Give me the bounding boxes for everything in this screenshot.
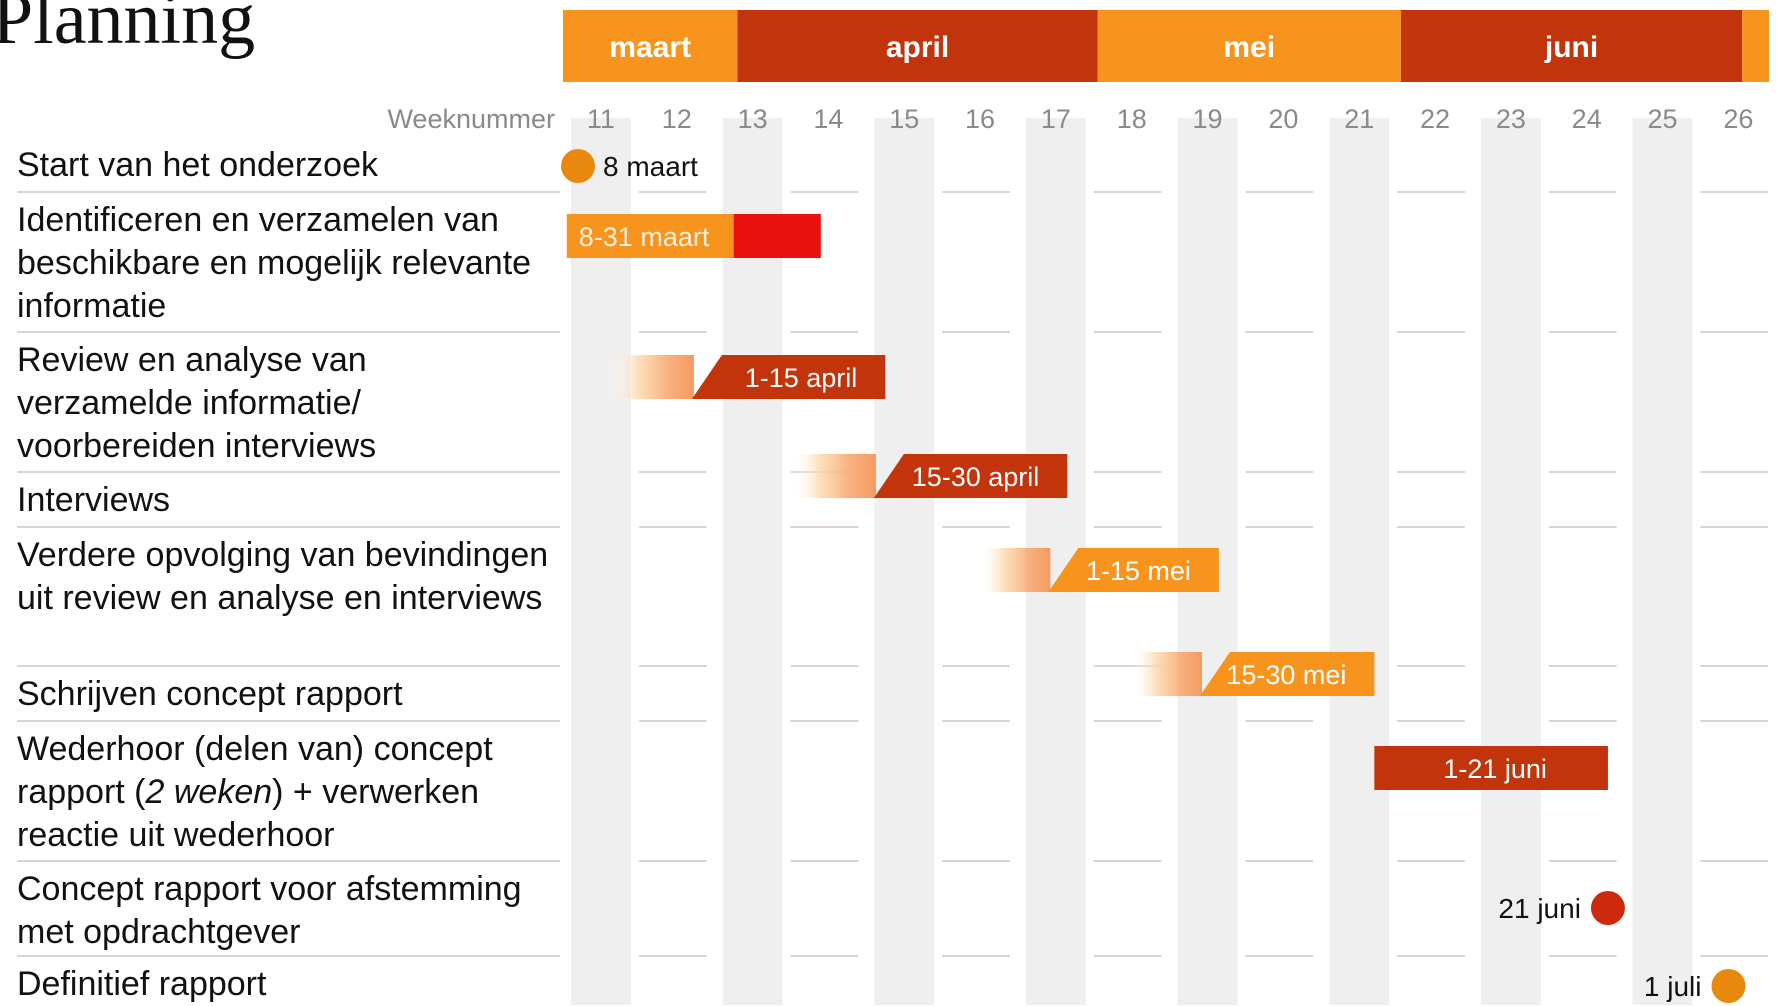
task-bar-label-2: 1-15 april	[745, 363, 858, 393]
week-tick-11: 11	[587, 104, 615, 134]
task-bar-1-part2	[733, 214, 821, 258]
week-tick-22: 22	[1420, 104, 1450, 134]
task-bar-label-1: 8-31 maart	[579, 222, 710, 252]
milestone-marker-0	[561, 149, 595, 183]
week-tick-14: 14	[813, 104, 843, 134]
month-header: maart april mei juni	[563, 10, 1770, 82]
week-tick-18: 18	[1117, 104, 1147, 134]
milestone-label-0: 8 maart	[603, 151, 698, 182]
month-label-mei: mei	[1223, 31, 1275, 64]
task-bar-5-fade	[1131, 652, 1202, 696]
week-tick-23: 23	[1496, 104, 1526, 134]
week-tick-12: 12	[662, 104, 692, 134]
week-tick-13: 13	[738, 104, 768, 134]
task-bar-label-5: 15-30 mei	[1226, 660, 1346, 690]
week-tick-17: 17	[1041, 104, 1071, 134]
task-bar-3-fade	[790, 454, 876, 498]
week-tick-20: 20	[1268, 104, 1298, 134]
month-label-maart: maart	[609, 31, 691, 64]
month-label-juni: juni	[1544, 31, 1598, 64]
milestone-marker-8	[1711, 969, 1746, 1003]
week-tick-24: 24	[1572, 104, 1602, 134]
week-column-15	[874, 118, 935, 1005]
week-column-21	[1329, 118, 1390, 1005]
milestone-label-7: 21 juni	[1498, 893, 1581, 924]
task-bar-label-4: 1-15 mei	[1086, 556, 1191, 586]
task-bar-label-3: 15-30 april	[912, 462, 1040, 492]
gantt-chart: maart april mei juni Weeknummer 11 12 13 14 15 16…	[17, 10, 1770, 1005]
week-axis: Weeknummer 11 12 13 14 15 16 17 18 19 20 21 22 23 24 25…	[387, 104, 1753, 134]
milestone-marker-7	[1590, 891, 1625, 925]
milestone-label-8: 1 juli	[1644, 971, 1702, 1002]
week-tick-25: 25	[1648, 104, 1678, 134]
week-tick-26: 26	[1723, 104, 1753, 134]
month-band-tail	[1742, 10, 1770, 82]
month-label-april: april	[886, 31, 949, 64]
task-bar-label-6: 1-21 juni	[1443, 754, 1547, 784]
week-column-25	[1632, 118, 1693, 1005]
week-tick-16: 16	[965, 104, 995, 134]
week-column-23	[1480, 118, 1541, 1005]
week-tick-21: 21	[1344, 104, 1374, 134]
week-tick-19: 19	[1193, 104, 1223, 134]
task-bar-4-fade	[980, 548, 1051, 592]
task-bar-2-fade	[608, 355, 694, 399]
week-tick-15: 15	[889, 104, 919, 134]
week-axis-label: Weeknummer	[387, 104, 555, 134]
